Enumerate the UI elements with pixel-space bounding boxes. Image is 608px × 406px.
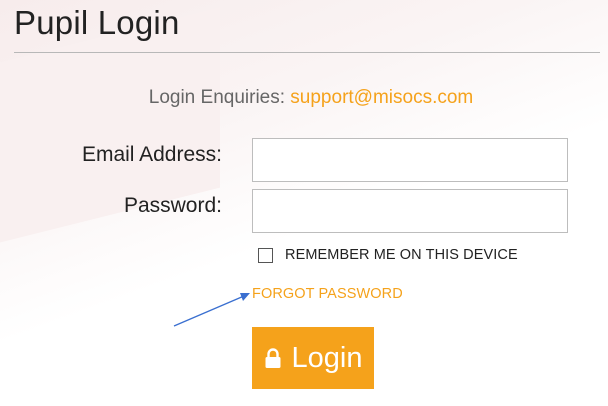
annotation-arrow-icon: [173, 293, 250, 327]
lock-icon: [265, 348, 281, 368]
email-label: Email Address:: [81, 143, 222, 166]
password-field[interactable]: [252, 189, 568, 233]
enquiries-label: Login Enquiries:: [148, 87, 286, 108]
login-enquiries: Login Enquiries: support@misocs.com: [0, 87, 608, 109]
title-divider: [14, 52, 600, 53]
remember-me-label[interactable]: REMEMBER ME ON THIS DEVICE: [285, 247, 518, 263]
email-field[interactable]: [252, 138, 568, 182]
page-title: Pupil Login: [14, 4, 180, 41]
remember-me-checkbox[interactable]: [258, 247, 273, 263]
password-label: Password:: [123, 194, 222, 217]
login-button-label: Login: [291, 341, 363, 374]
login-button[interactable]: Login: [252, 327, 374, 389]
support-email-link[interactable]: support@misocs.com: [290, 87, 473, 108]
remember-me-row[interactable]: REMEMBER ME ON THIS DEVICE: [258, 247, 518, 263]
forgot-password-link[interactable]: FORGOT PASSWORD: [252, 286, 403, 302]
